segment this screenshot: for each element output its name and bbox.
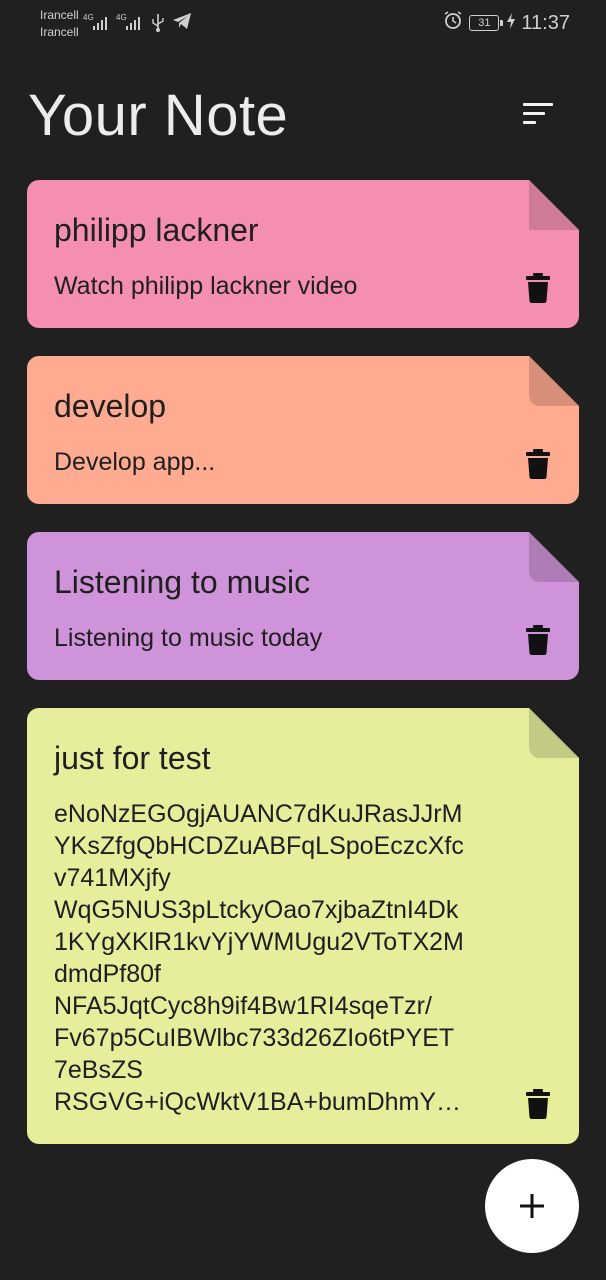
sort-button[interactable] bbox=[516, 94, 560, 134]
network-type-2: 4G bbox=[116, 13, 127, 22]
sort-icon bbox=[523, 103, 553, 124]
note-content-line: 7eBsZS bbox=[54, 1056, 143, 1084]
note-content-line: 1KYgXKlR1kvYjYWMUgu2VToTX2M bbox=[54, 928, 464, 956]
note-content-line: dmdPf80f bbox=[54, 960, 162, 988]
note-fold-corner bbox=[529, 356, 579, 406]
plus-icon bbox=[520, 1194, 544, 1218]
carrier-2: Irancell bbox=[40, 25, 79, 39]
usb-icon bbox=[150, 12, 166, 32]
note-fold-corner bbox=[529, 708, 579, 758]
charging-icon bbox=[507, 12, 516, 35]
carrier-1: Irancell bbox=[40, 8, 79, 22]
trash-icon bbox=[526, 1089, 550, 1119]
note-content: Watch philipp lackner video bbox=[54, 272, 358, 300]
trash-icon bbox=[526, 273, 550, 303]
note-content: Listening to music today bbox=[54, 624, 323, 652]
signal-icon-1: 4G bbox=[83, 12, 113, 32]
note-fold-corner bbox=[529, 180, 579, 230]
carrier-labels: Irancell Irancell bbox=[40, 7, 79, 41]
note-content: Develop app... bbox=[54, 448, 216, 476]
note-content: eNoNzEGOgjAUANC7dKuJRasJJrM YKsZfgQbHCDZ… bbox=[54, 798, 499, 1118]
note-content-line: RSGVG+iQcWktV1BA+bumDhmY… bbox=[54, 1088, 462, 1116]
note-content-line: NFA5JqtCyc8h9if4Bw1RI4sqeTzr/ bbox=[54, 992, 432, 1020]
note-title: just for test bbox=[54, 740, 211, 776]
alarm-icon bbox=[443, 10, 463, 36]
note-content-line: WqG5NUS3pLtckyOao7xjbaZtnI4Dk bbox=[54, 896, 459, 924]
note-content-line: Fv67p5CuIBWlbc733d26ZIo6tPYET bbox=[54, 1024, 455, 1052]
battery-icon: 31 bbox=[469, 15, 504, 31]
page-title: Your Note bbox=[28, 83, 289, 148]
add-note-button[interactable] bbox=[485, 1159, 579, 1253]
note-content-line: eNoNzEGOgjAUANC7dKuJRasJJrM bbox=[54, 800, 463, 828]
status-bar: Irancell Irancell 4G 4G 31 11:37 bbox=[0, 0, 606, 46]
note-content-line: YKsZfgQbHCDZuABFqLSpoEczcXfc bbox=[54, 832, 464, 860]
note-title: philipp lackner bbox=[54, 212, 259, 248]
note-title: develop bbox=[54, 388, 167, 424]
network-type-1: 4G bbox=[83, 13, 94, 22]
delete-note-button[interactable] bbox=[523, 270, 553, 306]
signal-icon-2: 4G bbox=[116, 12, 146, 32]
note-card[interactable]: develop Develop app... bbox=[27, 356, 579, 504]
clock: 11:37 bbox=[521, 11, 570, 34]
delete-note-button[interactable] bbox=[523, 1086, 553, 1122]
trash-icon bbox=[526, 449, 550, 479]
note-card[interactable]: just for test eNoNzEGOgjAUANC7dKuJRasJJr… bbox=[27, 708, 579, 1144]
note-card[interactable]: Listening to music Listening to music to… bbox=[27, 532, 579, 680]
trash-icon bbox=[526, 625, 550, 655]
note-card[interactable]: philipp lackner Watch philipp lackner vi… bbox=[27, 180, 579, 328]
note-content-line: v741MXjfy bbox=[54, 864, 171, 892]
note-title: Listening to music bbox=[54, 564, 311, 600]
note-fold-corner bbox=[529, 532, 579, 582]
delete-note-button[interactable] bbox=[523, 446, 553, 482]
delete-note-button[interactable] bbox=[523, 622, 553, 658]
status-right: 31 11:37 bbox=[443, 10, 570, 36]
telegram-icon bbox=[172, 12, 192, 30]
